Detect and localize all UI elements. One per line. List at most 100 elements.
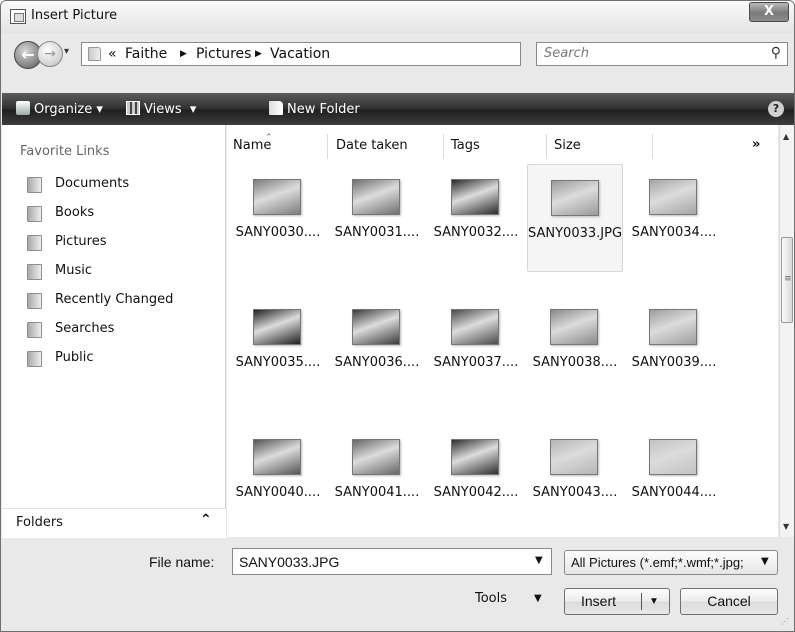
navigation-pane: Favorite Links Documents Books Pictures Mus… bbox=[2, 125, 226, 537]
music-icon bbox=[27, 264, 42, 280]
column-header-label: Tags bbox=[451, 138, 480, 153]
file-list-pane: ⌃ Name Date taken Tags Size » SANY0030..… bbox=[227, 125, 778, 537]
file-name: SANY0038.... bbox=[532, 355, 618, 370]
scrollbar-thumb[interactable]: ≡ bbox=[781, 237, 793, 323]
pictures-icon bbox=[27, 235, 42, 251]
file-thumbnail[interactable]: SANY0035.... bbox=[230, 294, 326, 402]
file-thumbnail[interactable]: SANY0043.... bbox=[527, 424, 623, 532]
folders-label: Folders bbox=[16, 515, 63, 530]
sidebar-item-label: Books bbox=[55, 205, 95, 220]
tools-dropdown-icon[interactable]: ▼ bbox=[534, 593, 542, 604]
file-thumbnail[interactable]: SANY0036.... bbox=[329, 294, 425, 402]
file-thumbnail[interactable]: SANY0037.... bbox=[428, 294, 524, 402]
file-name-dropdown-icon[interactable]: ▼ bbox=[535, 555, 543, 566]
insert-button[interactable]: Insert ▼ bbox=[564, 588, 670, 615]
favorite-links-title: Favorite Links bbox=[20, 144, 110, 159]
file-thumbnail[interactable]: SANY0033.JPG bbox=[527, 164, 623, 272]
help-icon[interactable]: ? bbox=[768, 101, 784, 117]
file-name: SANY0031.... bbox=[334, 225, 420, 240]
close-button[interactable]: X bbox=[749, 2, 789, 22]
searches-icon bbox=[27, 322, 42, 338]
file-name: SANY0036.... bbox=[334, 355, 420, 370]
column-header-label: Date taken bbox=[336, 138, 408, 153]
sidebar-item-label: Documents bbox=[55, 176, 130, 191]
sidebar-item-label: Searches bbox=[55, 321, 115, 336]
organize-icon bbox=[16, 101, 30, 115]
search-icon[interactable]: ⚲ bbox=[771, 45, 781, 61]
views-button[interactable]: Views ▾ bbox=[126, 101, 196, 117]
insert-picture-dialog: Insert Picture X ← → ▾ « Faithe ▶ Pictur… bbox=[0, 0, 795, 632]
file-thumbnail[interactable]: SANY0032.... bbox=[428, 164, 524, 272]
file-name: SANY0032.... bbox=[433, 225, 519, 240]
file-thumbnail[interactable]: SANY0038.... bbox=[527, 294, 623, 402]
breadcrumb-pictures[interactable]: Pictures bbox=[196, 46, 251, 62]
photo-thumbnail-image bbox=[253, 309, 301, 345]
window-title: Insert Picture bbox=[31, 8, 118, 23]
breadcrumb-separator-icon[interactable]: ▶ bbox=[255, 49, 262, 59]
file-thumbnail[interactable]: SANY0034.... bbox=[626, 164, 722, 272]
resize-grip-icon[interactable]: ⋰ bbox=[781, 617, 789, 626]
breadcrumb-faithe[interactable]: Faithe bbox=[125, 46, 167, 62]
split-divider bbox=[641, 593, 642, 610]
column-header-size[interactable]: Size bbox=[548, 134, 653, 159]
file-thumbnail[interactable]: SANY0042.... bbox=[428, 424, 524, 532]
file-name: SANY0034.... bbox=[631, 225, 717, 240]
scroll-up-arrow-icon[interactable]: ▲ bbox=[783, 132, 789, 141]
file-thumbnail[interactable]: SANY0030.... bbox=[230, 164, 326, 272]
photo-thumbnail-image bbox=[352, 439, 400, 475]
file-thumbnail[interactable]: SANY0040.... bbox=[230, 424, 326, 532]
file-thumbnail[interactable]: SANY0039.... bbox=[626, 294, 722, 402]
breadcrumb-overflow[interactable]: « bbox=[108, 46, 117, 62]
photo-thumbnail-image bbox=[649, 439, 697, 475]
file-thumbnail[interactable]: SANY0041.... bbox=[329, 424, 425, 532]
file-name: SANY0035.... bbox=[235, 355, 321, 370]
sidebar-item-label: Music bbox=[55, 263, 92, 278]
file-thumbnail[interactable]: SANY0031.... bbox=[329, 164, 425, 272]
recent-pages-dropdown-icon[interactable]: ▾ bbox=[64, 46, 69, 57]
column-header-name[interactable]: ⌃ Name bbox=[227, 133, 328, 159]
file-name: SANY0042.... bbox=[433, 485, 519, 500]
sidebar-item-label: Pictures bbox=[55, 234, 107, 249]
search-box[interactable]: Search ⚲ bbox=[536, 42, 788, 66]
photo-thumbnail-image bbox=[550, 439, 598, 475]
cancel-button[interactable]: Cancel bbox=[680, 588, 778, 615]
file-type-filter[interactable]: All Pictures (*.emf;*.wmf;*.jpg; ▼ bbox=[564, 550, 778, 575]
file-name-label: File name: bbox=[149, 554, 215, 570]
photo-thumbnail-image bbox=[352, 179, 400, 215]
grip-icon: ≡ bbox=[784, 274, 792, 284]
column-header-date-taken[interactable]: Date taken bbox=[330, 134, 444, 159]
file-name-value: SANY0033.JPG bbox=[239, 554, 340, 570]
insert-dropdown-icon[interactable]: ▼ bbox=[649, 589, 659, 614]
sidebar-item-label: Public bbox=[55, 350, 94, 365]
address-bar[interactable]: « Faithe ▶ Pictures ▶ Vacation ▼ ↻ bbox=[81, 42, 595, 66]
file-type-filter-value: All Pictures (*.emf;*.wmf;*.jpg; bbox=[571, 555, 744, 570]
recent-icon bbox=[27, 293, 42, 309]
sort-ascending-icon: ⌃ bbox=[265, 133, 273, 143]
scroll-down-arrow-icon[interactable]: ▼ bbox=[783, 522, 789, 531]
breadcrumb-vacation[interactable]: Vacation bbox=[270, 46, 330, 62]
breadcrumb-separator-icon[interactable]: ▶ bbox=[180, 49, 187, 59]
chevron-up-icon[interactable]: ⌃ bbox=[200, 512, 212, 528]
file-name-input[interactable]: SANY0033.JPG ▼ bbox=[232, 548, 552, 575]
folders-toggle[interactable]: Folders ⌃ bbox=[2, 508, 226, 538]
folder-icon bbox=[27, 206, 42, 222]
vertical-scrollbar[interactable]: ▲ ≡ ▼ bbox=[779, 125, 794, 537]
documents-icon bbox=[27, 177, 42, 193]
file-name: SANY0043.... bbox=[532, 485, 618, 500]
file-thumbnail[interactable]: SANY0044.... bbox=[626, 424, 722, 532]
photo-thumbnail-image bbox=[253, 179, 301, 215]
photo-thumbnail-image bbox=[352, 309, 400, 345]
views-icon bbox=[126, 101, 140, 115]
column-header-tags[interactable]: Tags bbox=[445, 134, 547, 159]
photo-thumbnail-image bbox=[649, 309, 697, 345]
forward-button[interactable]: → bbox=[37, 41, 63, 67]
file-type-dropdown-icon[interactable]: ▼ bbox=[761, 556, 769, 567]
organize-button[interactable]: Organize ▾ bbox=[16, 101, 103, 117]
new-folder-button[interactable]: New Folder bbox=[269, 101, 360, 117]
file-name: SANY0030.... bbox=[235, 225, 321, 240]
more-columns-icon[interactable]: » bbox=[752, 137, 760, 152]
photo-thumbnail-image bbox=[550, 309, 598, 345]
search-input[interactable]: Search bbox=[544, 46, 589, 61]
folder-icon bbox=[88, 47, 101, 61]
tools-button[interactable]: Tools bbox=[475, 591, 507, 606]
